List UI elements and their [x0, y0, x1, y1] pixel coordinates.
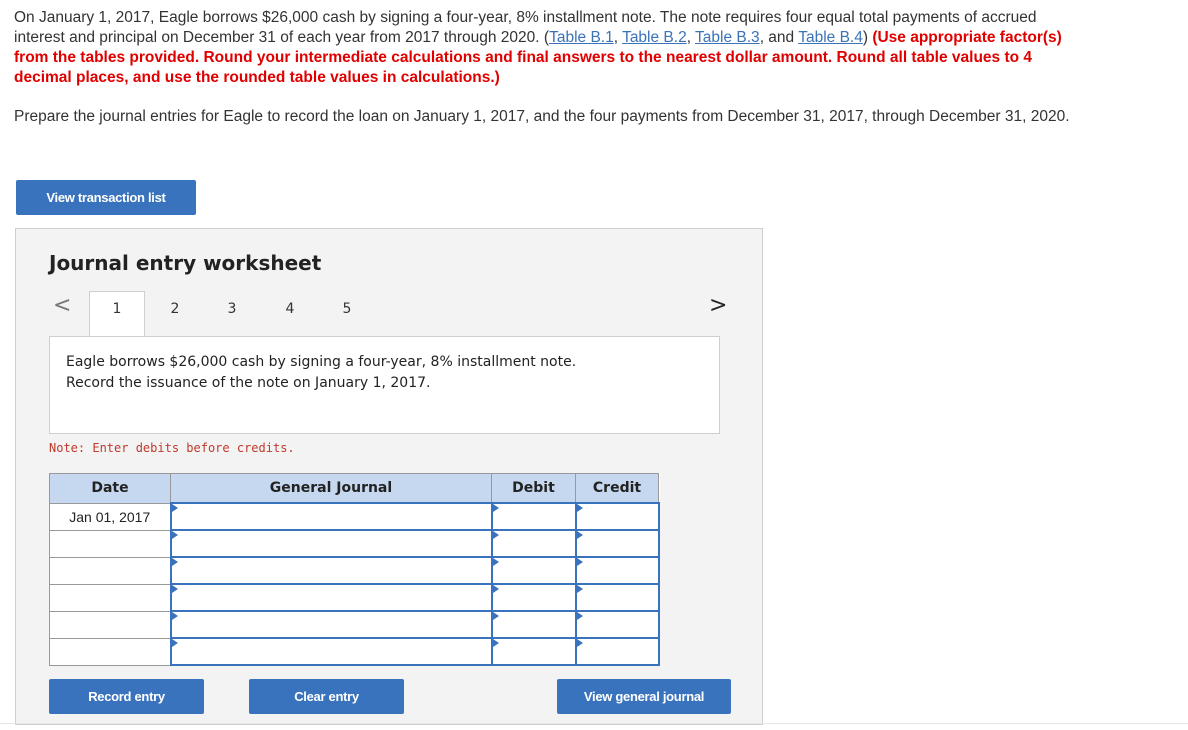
table-row: [49, 610, 660, 639]
debit-input[interactable]: [490, 529, 577, 558]
account-input[interactable]: [169, 637, 493, 666]
clear-entry-button[interactable]: Clear entry: [249, 679, 404, 714]
table-row: [49, 637, 660, 666]
credit-input[interactable]: [574, 529, 660, 558]
separator: , and: [759, 29, 799, 46]
tab-4[interactable]: 4: [262, 291, 318, 327]
date-cell: [49, 583, 171, 612]
separator: ): [862, 29, 873, 46]
table-b2-link[interactable]: Table B.2: [622, 29, 687, 46]
journal-table: Date General Journal Debit Credit Jan 01…: [49, 473, 660, 666]
table-row: [49, 529, 660, 558]
account-input[interactable]: [169, 583, 493, 612]
account-input[interactable]: [169, 529, 493, 558]
worksheet-title: Journal entry worksheet: [49, 251, 322, 275]
debit-input[interactable]: [490, 583, 577, 612]
date-cell: Jan 01, 2017: [49, 502, 171, 531]
debit-input[interactable]: [490, 502, 577, 531]
problem-statement: On January 1, 2017, Eagle borrows $26,00…: [14, 8, 1074, 88]
chevron-right-icon[interactable]: >: [709, 295, 727, 317]
tab-5[interactable]: 5: [319, 291, 375, 327]
debit-column-header: Debit: [491, 473, 576, 504]
tab-1[interactable]: 1: [89, 291, 145, 337]
divider: [0, 723, 1188, 724]
chevron-left-icon[interactable]: <: [53, 295, 71, 317]
table-b1-link[interactable]: Table B.1: [549, 29, 614, 46]
table-row: [49, 556, 660, 585]
separator: ,: [686, 29, 696, 46]
table-header-row: Date General Journal Debit Credit: [49, 473, 659, 504]
debits-credits-note: Note: Enter debits before credits.: [49, 441, 295, 455]
table-row: Jan 01, 2017: [49, 502, 660, 531]
description-line-1: Eagle borrows $26,000 cash by signing a …: [66, 354, 577, 370]
account-input[interactable]: [169, 556, 493, 585]
record-entry-button[interactable]: Record entry: [49, 679, 204, 714]
table-b3-link[interactable]: Table B.3: [695, 29, 760, 46]
debit-input[interactable]: [490, 637, 577, 666]
instructions: Prepare the journal entries for Eagle to…: [14, 108, 1070, 125]
account-input[interactable]: [169, 610, 493, 639]
description-line-2: Record the issuance of the note on Janua…: [66, 375, 431, 391]
credit-input[interactable]: [574, 502, 660, 531]
transaction-description: Eagle borrows $26,000 cash by signing a …: [49, 336, 720, 434]
debit-input[interactable]: [490, 556, 577, 585]
date-cell: [49, 637, 171, 666]
journal-entry-worksheet: Journal entry worksheet < 1 2 3 4 5 > Ea…: [15, 228, 763, 725]
view-general-journal-button[interactable]: View general journal: [557, 679, 731, 714]
credit-input[interactable]: [574, 637, 660, 666]
date-cell: [49, 556, 171, 585]
tab-2[interactable]: 2: [147, 291, 203, 327]
table-row: [49, 583, 660, 612]
credit-column-header: Credit: [575, 473, 659, 504]
credit-input[interactable]: [574, 610, 660, 639]
view-transaction-list-button[interactable]: View transaction list: [16, 180, 196, 215]
date-cell: [49, 610, 171, 639]
date-column-header: Date: [49, 473, 171, 504]
account-input[interactable]: [169, 502, 493, 531]
tab-3[interactable]: 3: [204, 291, 260, 327]
credit-input[interactable]: [574, 583, 660, 612]
credit-input[interactable]: [574, 556, 660, 585]
separator: ,: [613, 29, 623, 46]
general-journal-column-header: General Journal: [170, 473, 492, 504]
debit-input[interactable]: [490, 610, 577, 639]
table-b4-link[interactable]: Table B.4: [798, 29, 863, 46]
date-cell: [49, 529, 171, 558]
